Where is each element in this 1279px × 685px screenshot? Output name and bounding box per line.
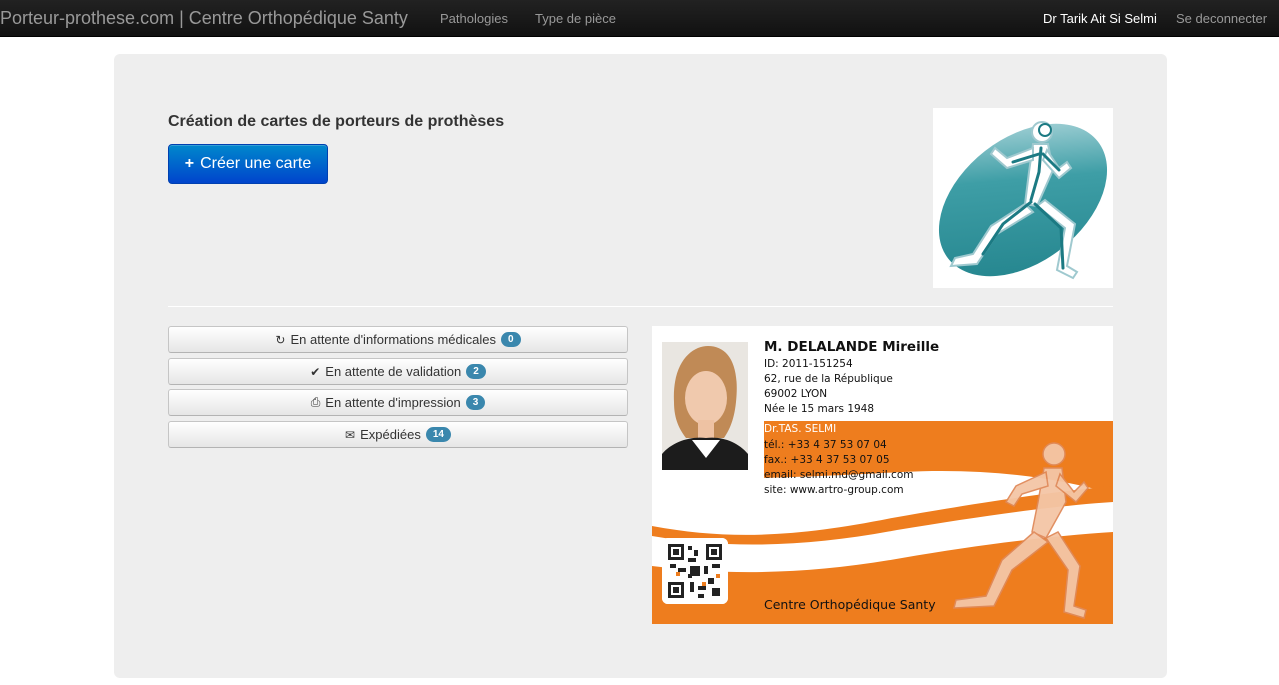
qr-code-icon bbox=[662, 538, 728, 604]
status-count-badge: 14 bbox=[425, 427, 451, 442]
nav-type-de-piece[interactable]: Type de pièce bbox=[535, 11, 616, 26]
status-count-badge: 2 bbox=[466, 364, 486, 379]
plus-icon: + bbox=[184, 155, 195, 172]
top-navbar: Porteur-prothese.com | Centre Orthopédiq… bbox=[0, 0, 1279, 37]
running-man-logo bbox=[933, 108, 1113, 288]
status-shipped-button[interactable]: ✉ Expédiées 14 bbox=[168, 421, 628, 448]
card-email: email: selmi.md@gmail.com bbox=[764, 469, 914, 481]
card-fax: fax.: +33 4 37 53 07 05 bbox=[764, 454, 890, 466]
card-address-line2: 69002 LYON bbox=[764, 388, 828, 400]
print-icon: ⎙ bbox=[310, 395, 321, 409]
status-pending-validation-button[interactable]: ✔ En attente de validation 2 bbox=[168, 358, 628, 385]
card-patient-id: ID: 2011-151254 bbox=[764, 358, 853, 370]
logout-link[interactable]: Se deconnecter bbox=[1176, 11, 1267, 26]
refresh-icon: ↻ bbox=[275, 332, 286, 347]
card-preview: M. DELALANDE Mireille ID: 2011-151254 62… bbox=[652, 326, 1113, 624]
card-doctor: Dr.TAS. SELMI bbox=[764, 423, 837, 435]
envelope-icon: ✉ bbox=[345, 427, 356, 442]
status-label: Expédiées bbox=[360, 427, 421, 442]
status-label: En attente d'informations médicales bbox=[290, 332, 497, 347]
user-name-link[interactable]: Dr Tarik Ait Si Selmi bbox=[1043, 11, 1157, 26]
status-pending-print-button[interactable]: ⎙ En attente d'impression 3 bbox=[168, 389, 628, 416]
hero-divider bbox=[168, 306, 1113, 307]
status-count-badge: 0 bbox=[501, 332, 521, 347]
hero-unit: Création de cartes de porteurs de prothè… bbox=[114, 54, 1167, 678]
status-label: En attente de validation bbox=[325, 364, 462, 379]
status-pending-medical-button[interactable]: ↻ En attente d'informations médicales 0 bbox=[168, 326, 628, 353]
card-birth-date: Née le 15 mars 1948 bbox=[764, 403, 875, 415]
card-website: site: www.artro-group.com bbox=[764, 484, 904, 496]
patient-photo bbox=[662, 342, 748, 470]
card-footer-clinic: Centre Orthopédique Santy bbox=[764, 597, 936, 612]
create-card-label: Créer une carte bbox=[200, 155, 312, 172]
status-count-badge: 3 bbox=[465, 395, 486, 410]
create-card-button[interactable]: + Créer une carte bbox=[168, 144, 328, 184]
nav-pathologies[interactable]: Pathologies bbox=[440, 11, 508, 26]
brand-link[interactable]: Porteur-prothese.com | Centre Orthopédiq… bbox=[0, 8, 408, 29]
card-phone: tél.: +33 4 37 53 07 04 bbox=[764, 439, 887, 451]
card-address-line1: 62, rue de la République bbox=[764, 373, 893, 385]
status-label: En attente d'impression bbox=[325, 395, 461, 410]
page-title: Création de cartes de porteurs de prothè… bbox=[168, 113, 505, 130]
card-patient-name: M. DELALANDE Mireille bbox=[764, 339, 940, 355]
check-icon: ✔ bbox=[310, 364, 321, 379]
